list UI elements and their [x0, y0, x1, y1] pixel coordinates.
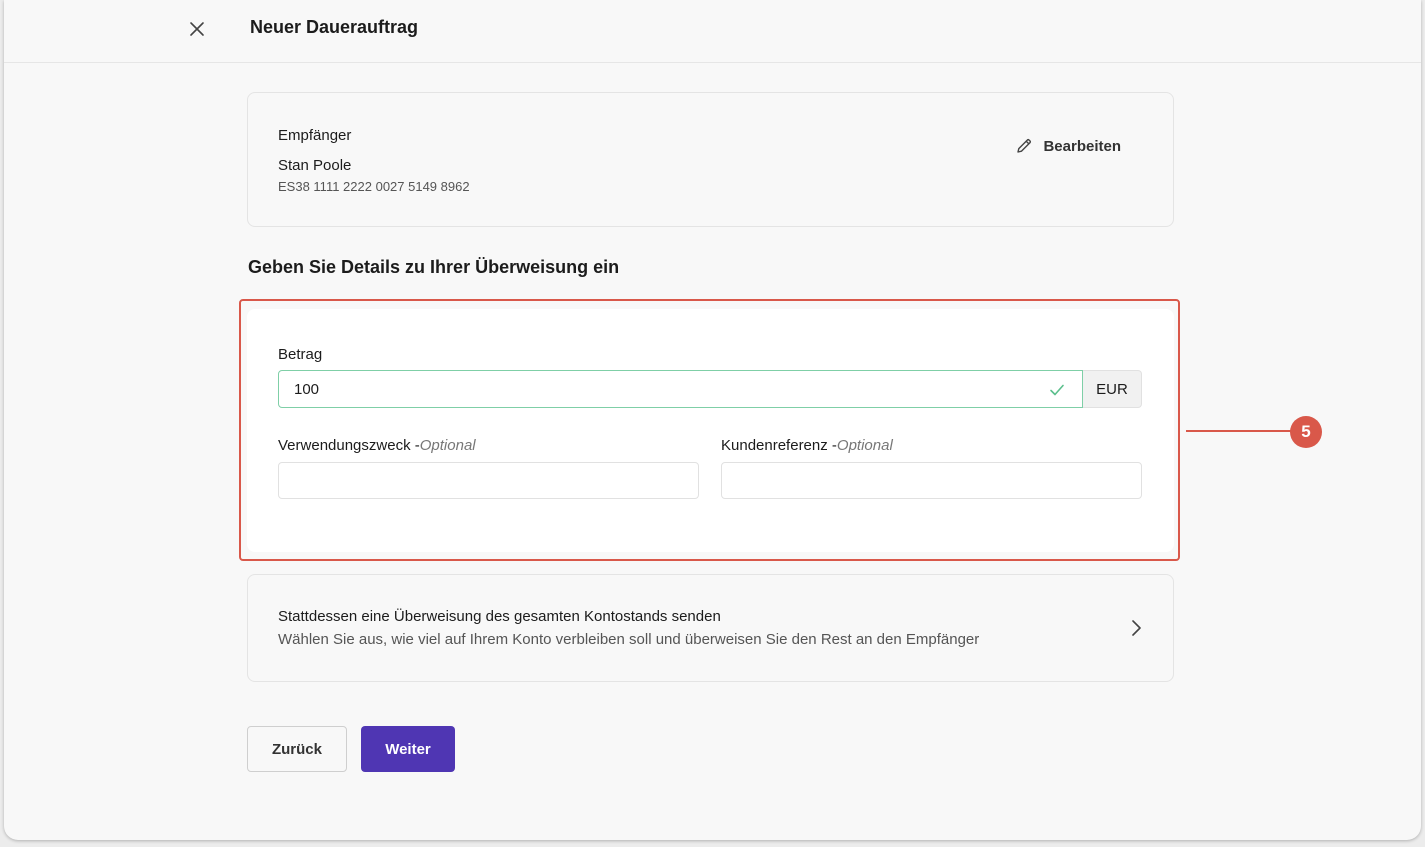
- purpose-input[interactable]: [278, 462, 699, 499]
- recipient-iban: ES38 1111 2222 0027 5149 8962: [278, 179, 470, 194]
- close-icon: [190, 22, 204, 36]
- details-heading: Geben Sie Details zu Ihrer Überweisung e…: [248, 257, 620, 277]
- amount-value: 100: [294, 380, 320, 398]
- annotation-badge: 5: [1290, 416, 1322, 448]
- purpose-label: Verwendungszweck -Optional: [278, 437, 476, 454]
- top-bar: Neuer Dauerauftrag: [4, 0, 1421, 63]
- purpose-label-text: Verwendungszweck -: [278, 437, 420, 454]
- amount-input[interactable]: 100: [278, 370, 1083, 408]
- next-button[interactable]: Weiter: [361, 726, 455, 772]
- check-icon: [1050, 384, 1064, 396]
- recipient-label: Empfänger: [278, 127, 352, 144]
- transfer-details-card: [247, 309, 1174, 552]
- full-balance-description: Wählen Sie aus, wie viel auf Ihrem Konto…: [278, 631, 980, 648]
- reference-input[interactable]: [721, 462, 1142, 499]
- back-button[interactable]: Zurück: [247, 726, 347, 772]
- page-title: Neuer Dauerauftrag: [250, 17, 419, 37]
- chevron-right-icon: [1132, 620, 1141, 636]
- recipient-name: Stan Poole: [278, 157, 352, 174]
- amount-label: Betrag: [278, 346, 323, 363]
- edit-recipient-label: Bearbeiten: [1043, 137, 1121, 155]
- edit-recipient-button[interactable]: Bearbeiten: [1015, 137, 1121, 155]
- recipient-card: Empfänger Stan Poole ES38 1111 2222 0027…: [247, 92, 1174, 227]
- close-button[interactable]: [184, 16, 210, 42]
- reference-optional-text: Optional: [836, 437, 893, 454]
- purpose-optional-text: Optional: [419, 437, 476, 454]
- currency-box: EUR: [1083, 370, 1142, 408]
- reference-label: Kundenreferenz -Optional: [721, 437, 893, 454]
- full-balance-option[interactable]: Stattdessen eine Überweisung des gesamte…: [247, 574, 1174, 682]
- full-balance-title: Stattdessen eine Überweisung des gesamte…: [278, 608, 721, 625]
- reference-label-text: Kundenreferenz -: [721, 437, 837, 454]
- pencil-icon: [1017, 138, 1032, 153]
- annotation-callout-line: [1186, 430, 1292, 432]
